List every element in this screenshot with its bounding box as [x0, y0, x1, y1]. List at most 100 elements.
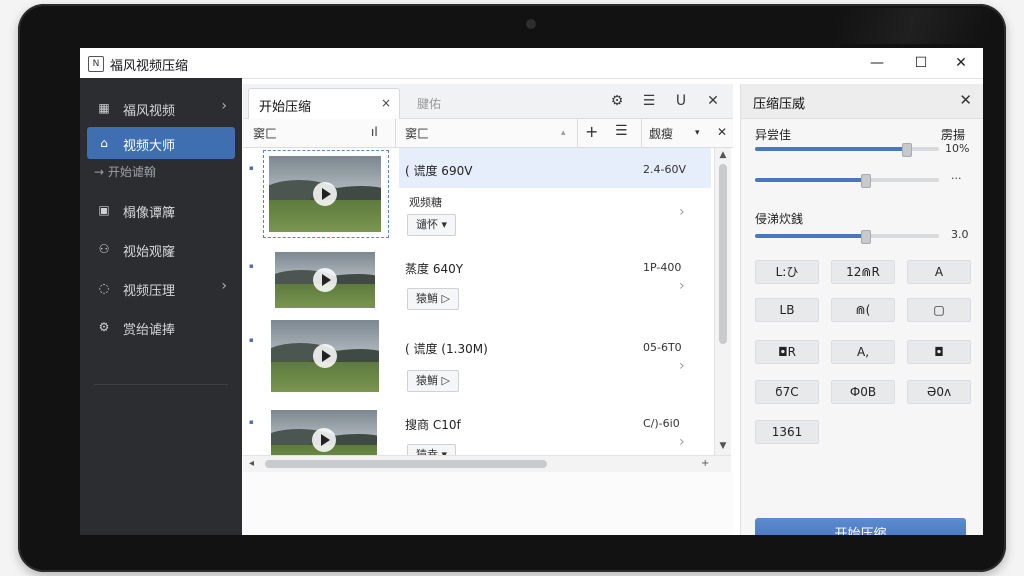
video-thumbnail[interactable] — [271, 410, 377, 455]
maximize-button[interactable]: ☐ — [904, 52, 938, 74]
quality-label: 异尝佳 — [755, 128, 792, 142]
secondary-slider[interactable] — [755, 174, 939, 188]
slider-handle[interactable] — [861, 230, 872, 244]
settings-panel-title: 压缩压威 — [753, 97, 806, 112]
add-icon[interactable]: + — [585, 122, 598, 141]
chevron-right-icon[interactable]: › — [679, 278, 685, 294]
sidebar-item-label: 视频大师 — [123, 139, 176, 154]
row-action-button[interactable]: 猿鮹 ▷ — [407, 370, 459, 392]
close-icon[interactable]: ✕ — [703, 92, 723, 110]
close-icon[interactable]: ✕ — [959, 91, 972, 109]
tab-close-icon[interactable]: × — [381, 96, 391, 110]
chevron-right-icon[interactable]: › — [679, 204, 685, 220]
tab-start-compress[interactable]: 开始压缩 × — [248, 88, 400, 119]
video-thumbnail[interactable] — [275, 252, 375, 308]
slider-fill — [755, 178, 866, 182]
preset-chip[interactable]: L:ひ — [755, 260, 819, 284]
table-row[interactable]: ▪ ( 谎度 (1.30M) 05-6T0 猿鮹 ▷ › — [243, 320, 713, 400]
preset-chip[interactable]: ⋒( — [831, 298, 895, 322]
play-icon[interactable] — [312, 428, 336, 452]
bars-icon[interactable]: ıl — [371, 125, 378, 139]
scroll-thumb[interactable] — [265, 460, 547, 468]
preset-chip[interactable]: 1361 — [755, 420, 819, 444]
dropdown-caret-icon[interactable]: ▾ — [695, 128, 700, 138]
column-close-icon[interactable]: ✕ — [717, 125, 727, 139]
video-thumbnail[interactable] — [271, 320, 379, 392]
more-icon[interactable]: ··· — [951, 172, 962, 185]
video-name: 蒸度 640Y — [405, 262, 464, 276]
preset-chip[interactable]: ◘R — [755, 340, 819, 364]
column-header-name[interactable]: 窦匚 — [405, 125, 429, 142]
preset-chip[interactable]: A, — [831, 340, 895, 364]
horizontal-scrollbar[interactable]: ◂ + — [243, 455, 731, 472]
speed-label: 侵涕炊銭 — [755, 212, 804, 226]
quality-value: 10% — [945, 142, 970, 155]
quality-slider[interactable] — [755, 143, 939, 157]
scroll-up-icon[interactable]: ▲ — [717, 150, 729, 160]
list-icon[interactable]: ☰ — [639, 92, 659, 110]
preset-chip[interactable]: LB — [755, 298, 819, 322]
magnet-icon[interactable]: U — [671, 92, 691, 110]
table-row[interactable]: ▪ 搜商 C10f C/)-6i0 猿幸 ▾ › — [243, 404, 713, 455]
preset-chip[interactable]: Ә0ʌ — [907, 380, 971, 404]
video-size: 05-6T0 — [643, 341, 682, 354]
column-header-size[interactable]: 觑瘦 — [649, 125, 673, 142]
sidebar-item-settings[interactable]: ⚙ 赏绐谑捧 — [87, 311, 235, 343]
play-icon[interactable] — [313, 344, 337, 368]
sidebar-item-videos[interactable]: ▦ 福风视频 › — [87, 92, 235, 124]
gear-icon: ⚙ — [98, 320, 110, 334]
row-marker-icon: ▪ — [249, 418, 254, 426]
vertical-scrollbar[interactable]: ▲ ▼ — [714, 148, 731, 455]
chevron-right-icon[interactable]: › — [679, 358, 685, 374]
preset-chip[interactable]: A — [907, 260, 971, 284]
play-icon[interactable] — [313, 268, 337, 292]
table-row[interactable]: ▪ 蒸度 640Y 1P-400 猿鮹 ▷ › — [243, 248, 713, 318]
scroll-right-icon[interactable]: + — [701, 458, 709, 469]
chevron-right-icon: › — [221, 278, 227, 294]
column-divider — [577, 119, 578, 147]
row-action-button[interactable]: 猿鮹 ▷ — [407, 288, 459, 310]
play-icon[interactable] — [313, 182, 337, 206]
preset-chip[interactable]: 12⋒R — [831, 260, 895, 284]
scroll-left-icon[interactable]: ◂ — [249, 458, 254, 469]
speed-slider[interactable] — [755, 230, 939, 244]
home-icon: ⌂ — [100, 136, 108, 150]
sidebar-item-label: 视频压理 — [123, 284, 176, 299]
row-action-button[interactable]: 谴怀 ▾ — [407, 214, 457, 236]
settings-search-icon[interactable]: ⚙ — [607, 92, 627, 110]
preset-chip[interactable]: Ф0B — [831, 380, 895, 404]
minimize-button[interactable]: — — [860, 52, 894, 74]
list-footer-area — [243, 472, 733, 535]
scroll-thumb[interactable] — [719, 164, 727, 344]
tab-secondary[interactable]: 腱佑 — [417, 95, 441, 112]
row-marker-icon: ▪ — [249, 164, 254, 172]
sidebar-item-label: 视始观窿 — [123, 245, 176, 260]
row-action-button[interactable]: 猿幸 ▾ — [407, 444, 457, 455]
sort-caret-icon[interactable]: ▴ — [561, 128, 566, 138]
video-size: C/)-6i0 — [643, 417, 680, 430]
slider-fill — [755, 234, 866, 238]
spinner-icon: ◌ — [98, 281, 110, 295]
scroll-down-icon[interactable]: ▼ — [717, 441, 729, 451]
preset-chip[interactable]: ◘ — [907, 340, 971, 364]
preset-chip[interactable]: ϭ7C — [755, 380, 819, 404]
slider-handle[interactable] — [901, 143, 912, 157]
sidebar-item-images[interactable]: ▣ 榻像谭簰 — [87, 194, 235, 226]
sidebar-item-label: 福风视频 — [123, 104, 176, 119]
tab-bar: 开始压缩 × 腱佑 ⚙ ☰ U ✕ — [243, 84, 733, 119]
chevron-right-icon[interactable]: › — [679, 434, 685, 450]
sidebar-subitem-start[interactable]: → 开始谑翰 — [94, 163, 156, 180]
close-window-button[interactable]: ✕ — [944, 52, 978, 74]
table-row[interactable]: ▪ ( 谎度 690V 2.4-60V 观频糖 谴怀 ▾ › — [243, 148, 713, 240]
menu-icon[interactable]: ☰ — [615, 123, 628, 139]
sidebar-item-compress[interactable]: ◌ 视频压理 › — [87, 272, 235, 304]
start-compress-button[interactable]: 开始压缩 — [755, 518, 966, 535]
sidebar-item-video-master[interactable]: ⌂ 视频大师 — [87, 127, 235, 159]
app-logo-icon: N — [88, 56, 104, 72]
sidebar-item-users[interactable]: ⚇ 视始观窿 — [87, 233, 235, 265]
video-list: ▪ ( 谎度 690V 2.4-60V 观频糖 谴怀 ▾ › ▪ 蒸度 640Y… — [243, 148, 713, 455]
slider-handle[interactable] — [861, 174, 872, 188]
video-thumbnail[interactable] — [269, 156, 381, 232]
preset-chip[interactable]: ▢ — [907, 298, 971, 322]
column-header-thumb[interactable]: 窦匚 — [253, 125, 277, 142]
